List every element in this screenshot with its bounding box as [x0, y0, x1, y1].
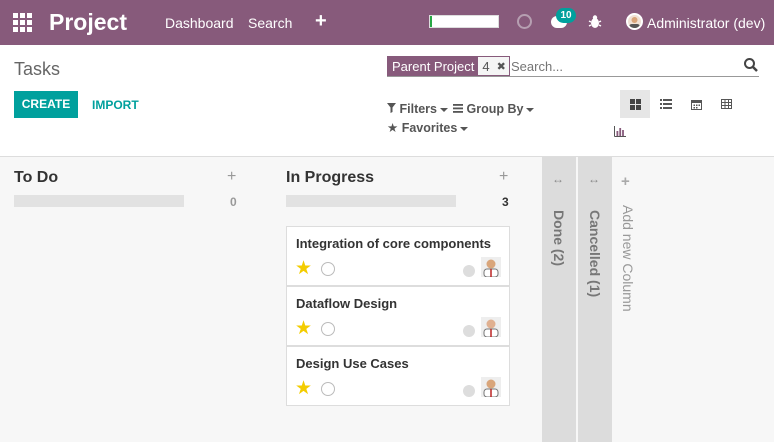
progress-fill — [430, 16, 433, 27]
card-title: Integration of core components — [296, 236, 492, 251]
column-progress-bar — [14, 195, 184, 207]
kanban-view-icon[interactable] — [620, 90, 650, 118]
star-icon: ★ — [387, 121, 399, 135]
clock-icon[interactable] — [321, 262, 335, 276]
create-button[interactable]: CREATE — [14, 91, 78, 118]
assignee-avatar — [481, 317, 501, 337]
top-navbar: Project Dashboard Search + 10 Administra… — [0, 0, 774, 45]
apps-menu-icon[interactable] — [13, 13, 32, 32]
add-column-plus-icon[interactable]: + — [621, 173, 630, 190]
progress-bar — [429, 15, 499, 28]
kanban-card[interactable]: Integration of core components ★ — [286, 226, 510, 286]
kanban-state-icon[interactable] — [463, 385, 475, 397]
group-by-icon — [453, 102, 466, 116]
clock-icon[interactable] — [321, 322, 335, 336]
filters-label: Filters — [399, 102, 437, 116]
chat-count-badge: 10 — [556, 8, 576, 23]
clock-icon[interactable] — [321, 382, 335, 396]
favorites-dropdown[interactable]: ★ Favorites — [387, 120, 469, 135]
column-title: In Progress — [286, 169, 375, 186]
kanban-board: To Do + 0 In Progress + 3 Integration of… — [0, 157, 774, 442]
list-view-icon[interactable] — [651, 90, 681, 118]
card-title: Design Use Cases — [296, 356, 409, 371]
search-facet[interactable]: Parent Project 4 ✖ — [387, 56, 510, 76]
quick-create-plus-icon[interactable]: + — [227, 168, 236, 186]
filters-dropdown[interactable]: Filters — [387, 102, 448, 116]
remove-facet-icon[interactable]: ✖ — [493, 57, 509, 75]
column-title: To Do — [14, 169, 59, 186]
facet-value: 4 — [478, 57, 494, 75]
expand-arrows-icon: ↔ — [552, 172, 564, 186]
favorites-label: Favorites — [401, 121, 458, 135]
assignee-avatar — [481, 377, 501, 397]
group-by-label: Group By — [466, 102, 524, 116]
card-title: Dataflow Design — [296, 296, 398, 311]
expand-arrows-icon: ↔ — [588, 172, 600, 186]
graph-view-icon[interactable] — [605, 117, 635, 145]
folded-column-label: Cancelled (1) — [587, 210, 603, 298]
nav-link-search[interactable]: Search — [248, 15, 292, 31]
folded-column-done[interactable]: ↔ Done (2) — [542, 157, 576, 442]
search-icon[interactable] — [743, 57, 759, 73]
app-brand[interactable]: Project — [49, 9, 127, 36]
kanban-state-icon[interactable] — [463, 325, 475, 337]
star-priority-icon[interactable]: ★ — [295, 317, 312, 340]
star-priority-icon[interactable]: ★ — [295, 377, 312, 400]
filter-icon — [387, 102, 399, 116]
folded-column-label: Done (2) — [551, 210, 567, 266]
quick-create-plus-icon[interactable]: + — [499, 168, 508, 186]
calendar-view-icon[interactable] — [681, 90, 711, 118]
clock-icon[interactable] — [517, 14, 532, 29]
kanban-state-icon[interactable] — [463, 265, 475, 277]
user-menu-name[interactable]: Administrator (dev) — [647, 15, 765, 31]
folded-column-cancelled[interactable]: ↔ Cancelled (1) — [578, 157, 612, 442]
kanban-column-todo: To Do + 0 — [0, 157, 260, 442]
pivot-view-icon[interactable] — [711, 90, 741, 118]
page-title: Tasks — [14, 59, 61, 79]
plus-icon[interactable]: + — [315, 10, 327, 33]
column-count: 0 — [230, 195, 237, 209]
column-progress-bar — [286, 195, 456, 207]
search-bar: Parent Project 4 ✖ — [387, 55, 759, 77]
assignee-avatar — [481, 257, 501, 277]
kanban-card[interactable]: Dataflow Design ★ — [286, 286, 510, 346]
kanban-card[interactable]: Design Use Cases ★ — [286, 346, 510, 406]
nav-link-dashboard[interactable]: Dashboard — [165, 15, 234, 31]
star-priority-icon[interactable]: ★ — [295, 257, 312, 280]
group-by-dropdown[interactable]: Group By — [453, 102, 535, 116]
user-avatar[interactable] — [626, 13, 643, 30]
import-button[interactable]: IMPORT — [92, 98, 139, 112]
search-input[interactable] — [511, 57, 731, 75]
bug-icon[interactable] — [588, 14, 602, 33]
control-panel: Tasks Parent Project 4 ✖ CREATE IMPORT F… — [0, 45, 774, 157]
facet-label: Parent Project — [388, 57, 479, 75]
column-count: 3 — [502, 195, 509, 209]
add-column-label[interactable]: Add new Column — [620, 205, 636, 312]
